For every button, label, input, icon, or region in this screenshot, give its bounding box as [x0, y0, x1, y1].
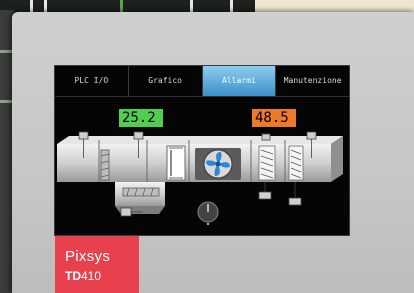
damper-icon: [122, 187, 160, 197]
brand-name: Pixsys: [65, 248, 111, 265]
coil-icon: [288, 145, 304, 181]
model-label: TD410: [65, 269, 102, 283]
background-surface: [255, 0, 414, 12]
coil-icon: [258, 145, 276, 181]
fan-icon: [195, 148, 241, 180]
hmi-screen: PLC I/O Grafico Allarmi Manutenzione 25.…: [55, 66, 349, 235]
valve-icon: [258, 182, 302, 206]
ahu-diagram: [57, 131, 343, 226]
brand-logo: Pixsys TD410: [55, 236, 139, 293]
filter-icon: [166, 145, 186, 181]
knob-icon: [197, 201, 219, 226]
damper-icon: [100, 149, 110, 181]
